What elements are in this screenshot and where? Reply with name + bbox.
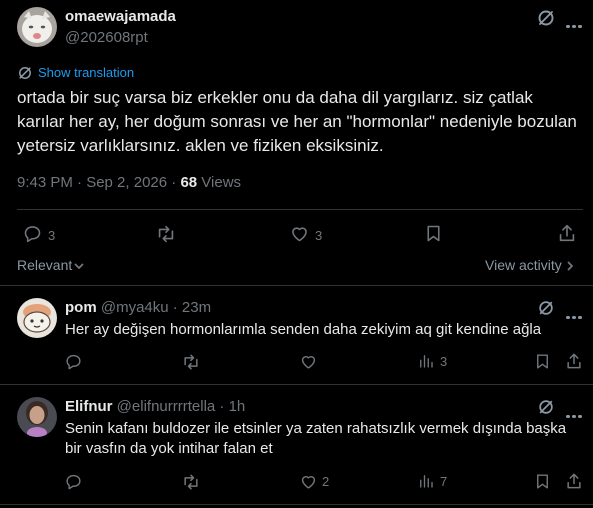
views-icon — [420, 475, 433, 488]
divider — [0, 384, 593, 385]
retweet-button[interactable] — [181, 472, 201, 492]
grok-icon[interactable] — [537, 299, 555, 317]
like-button[interactable]: 2 — [299, 472, 329, 491]
sort-label: Relevant — [17, 257, 73, 273]
tweet-timestamp[interactable]: 9:43 PM · Sep 2, 2026 · — [17, 174, 180, 191]
chevron-right-icon — [567, 261, 573, 270]
retweet-icon — [184, 354, 198, 370]
bookmark-button[interactable] — [533, 352, 552, 371]
views-button[interactable]: 7 — [417, 472, 447, 490]
bookmark-icon — [427, 225, 440, 242]
like-count: 2 — [322, 474, 330, 489]
divider — [0, 285, 593, 286]
like-icon — [301, 476, 316, 489]
reply-icon — [24, 226, 41, 243]
author-handle[interactable]: @202608rpt — [65, 29, 148, 46]
reply-icon — [66, 354, 81, 370]
reply-author-handle[interactable]: @elifnurrrrtella · 1h — [117, 398, 246, 415]
retweet-icon — [158, 225, 174, 243]
like-icon — [301, 356, 316, 369]
view-activity-link[interactable]: View activity — [485, 257, 576, 273]
share-button[interactable] — [556, 222, 578, 244]
author-avatar[interactable] — [17, 7, 57, 47]
views-icon — [420, 355, 433, 368]
sort-dropdown[interactable]: Relevant — [17, 257, 85, 273]
reply-button[interactable] — [64, 352, 83, 371]
reply-avatar[interactable] — [17, 397, 57, 437]
like-count: 3 — [315, 227, 323, 243]
translate-icon — [17, 65, 33, 81]
divider — [17, 209, 583, 210]
reply-button[interactable] — [64, 472, 83, 491]
tweet-meta: 9:43 PM · Sep 2, 2026 · 68 Views — [17, 174, 241, 191]
reply-author-name[interactable]: pom — [65, 299, 97, 316]
reply-author-handle[interactable]: @mya4ku · 23m — [101, 299, 211, 316]
grok-icon[interactable] — [537, 398, 555, 416]
views-button[interactable]: 3 — [417, 352, 447, 370]
bookmark-button[interactable] — [423, 223, 444, 244]
like-icon — [292, 227, 307, 242]
views-label: Views — [197, 174, 242, 191]
retweet-icon — [184, 474, 198, 490]
views-count: 68 — [180, 174, 198, 191]
reply-header: pom @mya4ku · 23m — [65, 299, 211, 316]
retweet-button[interactable] — [155, 223, 177, 245]
reply-avatar[interactable] — [17, 298, 57, 338]
share-button[interactable] — [564, 471, 584, 491]
share-icon — [567, 353, 581, 369]
bookmark-icon — [537, 474, 548, 489]
view-activity-label: View activity — [485, 257, 562, 273]
grok-icon[interactable] — [536, 8, 556, 28]
author-name[interactable]: omaewajamada — [65, 8, 176, 25]
divider — [0, 504, 593, 505]
reply-header: Elifnur @elifnurrrrtella · 1h — [65, 398, 245, 415]
bookmark-button[interactable] — [533, 472, 552, 491]
views-count: 3 — [440, 353, 448, 369]
reply-text: Senin kafanı buldozer ile etsinler ya za… — [65, 420, 567, 457]
like-button[interactable]: 3 — [289, 223, 322, 244]
share-icon — [567, 473, 581, 489]
chevron-down-icon — [74, 263, 84, 269]
share-button[interactable] — [564, 351, 584, 371]
reply-author-name[interactable]: Elifnur — [65, 398, 113, 415]
reply-text: Her ay değişen hormonlarımla senden daha… — [65, 321, 542, 338]
like-button[interactable] — [299, 352, 318, 371]
share-icon — [559, 224, 575, 242]
reply-icon — [66, 474, 81, 490]
bookmark-icon — [537, 354, 548, 369]
views-count: 7 — [440, 473, 448, 489]
more-icon[interactable] — [566, 15, 584, 33]
tweet-text: ortada bir suç varsa biz erkekler onu da… — [17, 88, 577, 155]
reply-count: 3 — [48, 227, 56, 243]
retweet-button[interactable] — [181, 352, 201, 372]
show-translation-link[interactable]: Show translation — [38, 65, 134, 80]
reply-button[interactable]: 3 — [22, 223, 55, 244]
